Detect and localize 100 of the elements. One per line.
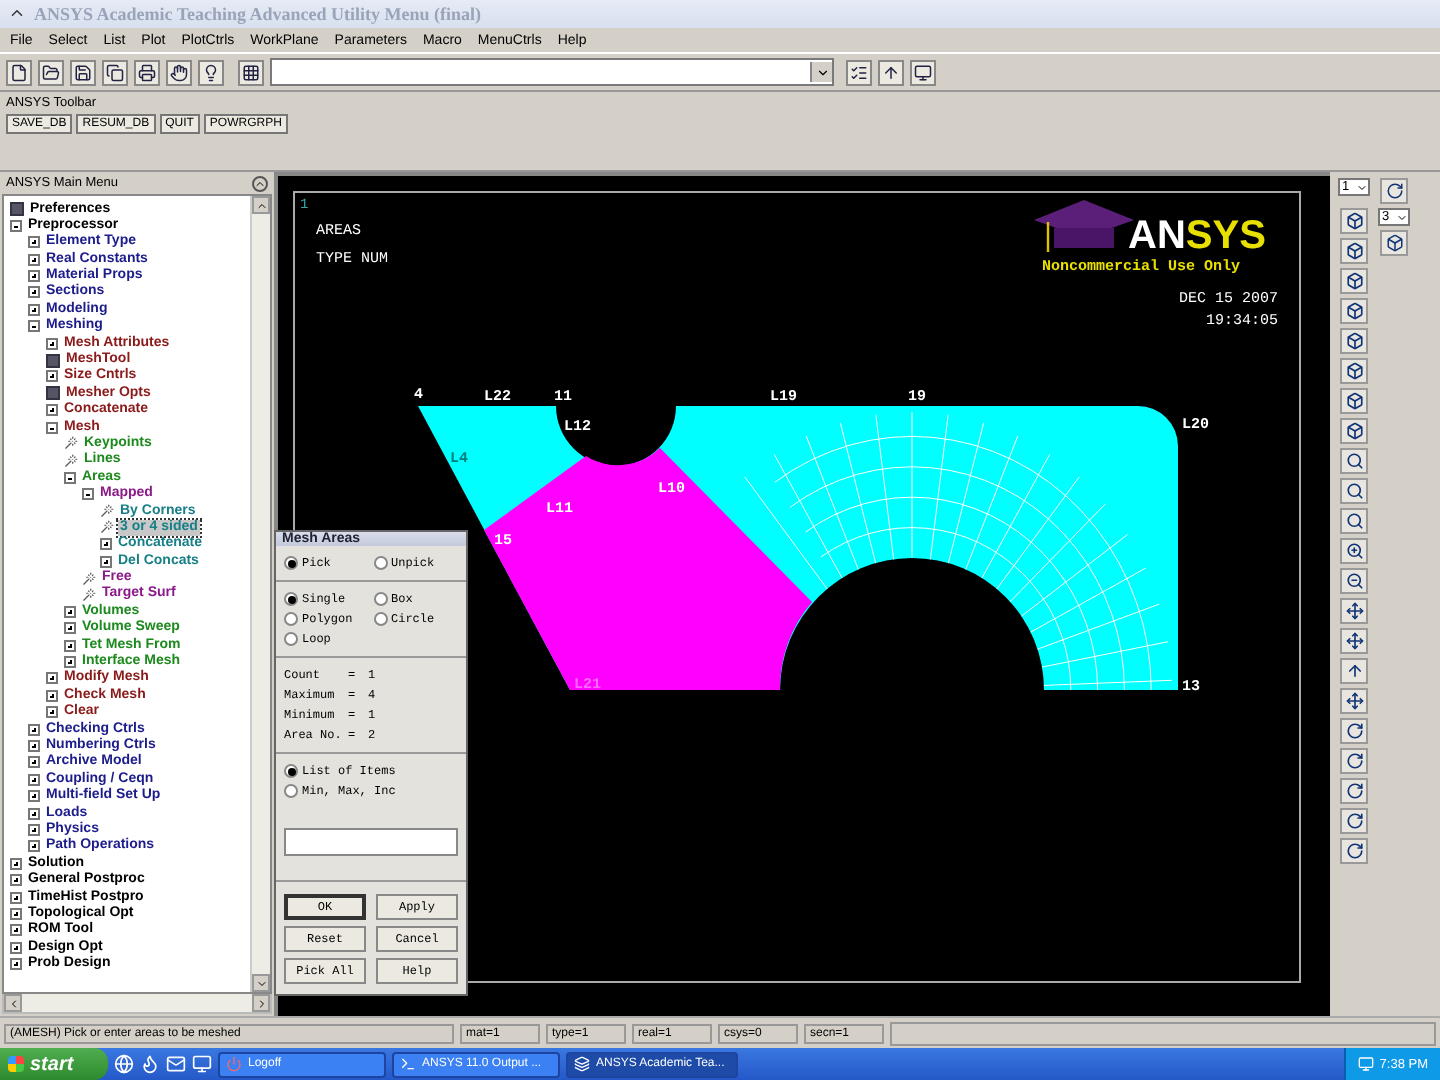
monitor-icon[interactable]: [1357, 1056, 1374, 1072]
hand-icon: [170, 63, 188, 82]
dropdown-icon: [1356, 181, 1368, 194]
hand-button[interactable]: [166, 59, 192, 86]
magnifier-button[interactable]: [1340, 478, 1368, 505]
expand-icon[interactable]: [28, 740, 40, 752]
rotate-button[interactable]: [1340, 838, 1368, 865]
expand-icon[interactable]: [46, 672, 58, 685]
magnifier-button[interactable]: [1340, 448, 1368, 475]
expand-icon[interactable]: [64, 622, 76, 635]
collapse-button[interactable]: [252, 175, 268, 192]
cube-button[interactable]: [1340, 298, 1368, 325]
arrow-right-icon: [255, 997, 267, 1010]
cube-button[interactable]: [1340, 268, 1368, 295]
expand-icon[interactable]: [28, 303, 40, 316]
open-folder-button[interactable]: [38, 59, 64, 86]
expand-icon[interactable]: [10, 907, 22, 920]
printer-button[interactable]: [134, 59, 160, 86]
cube-button[interactable]: [1340, 388, 1368, 415]
expand-icon[interactable]: [10, 874, 22, 887]
cube-icon: [1345, 302, 1363, 321]
expand-icon[interactable]: [28, 723, 40, 736]
expand-icon[interactable]: [64, 605, 76, 618]
expand-icon[interactable]: [28, 756, 40, 769]
globe-icon[interactable]: [114, 1054, 134, 1074]
expand-icon[interactable]: [10, 857, 22, 870]
mail-icon[interactable]: [166, 1054, 186, 1074]
expand-icon[interactable]: [10, 891, 22, 904]
expand-icon[interactable]: [46, 706, 58, 719]
rotate-button[interactable]: [1340, 778, 1368, 805]
magnifier-icon: [1345, 482, 1363, 501]
cube-button[interactable]: [1340, 238, 1368, 265]
expand-icon[interactable]: [46, 337, 58, 350]
collapse-icon[interactable]: [64, 471, 76, 484]
zoom-out-button[interactable]: [1340, 568, 1368, 595]
pan-button[interactable]: [1340, 598, 1368, 625]
cube-button[interactable]: [1340, 358, 1368, 385]
lightbulb-icon: [202, 63, 220, 82]
expand-icon[interactable]: [64, 656, 76, 669]
list-button[interactable]: [846, 59, 872, 86]
expand-icon[interactable]: [28, 270, 40, 283]
view-button[interactable]: [1380, 230, 1408, 257]
expand-icon[interactable]: [28, 807, 40, 820]
collapse-icon[interactable]: [82, 488, 94, 501]
new-file-button[interactable]: [6, 59, 32, 86]
magnifier-icon: [1345, 452, 1363, 471]
arrow-up-button[interactable]: [1340, 658, 1368, 685]
rotate-button[interactable]: [1340, 748, 1368, 775]
expand-icon[interactable]: [28, 790, 40, 803]
expand-icon[interactable]: [28, 236, 40, 249]
expand-icon[interactable]: [64, 639, 76, 652]
horizontal-scrollbar[interactable]: [2, 994, 272, 1015]
flame-icon[interactable]: [140, 1054, 160, 1074]
expand-icon[interactable]: [28, 840, 40, 853]
collapse-icon[interactable]: [28, 320, 40, 333]
magnifier-button[interactable]: [1340, 508, 1368, 535]
expand-icon[interactable]: [10, 958, 22, 971]
lightbulb-button[interactable]: [198, 59, 224, 86]
collapse-icon[interactable]: [46, 421, 58, 434]
cube-button[interactable]: [1340, 328, 1368, 355]
dialog-icon: [46, 353, 60, 368]
monitor-icon[interactable]: [192, 1054, 212, 1074]
panel-button[interactable]: [910, 59, 936, 86]
save-icon: [74, 63, 92, 82]
dropdown-icon: [815, 65, 829, 80]
expand-icon[interactable]: [46, 689, 58, 702]
expand-icon[interactable]: [28, 823, 40, 836]
expand-icon[interactable]: [10, 941, 22, 954]
expand-icon[interactable]: [100, 538, 112, 551]
vertical-scrollbar[interactable]: [250, 196, 270, 993]
cube-button[interactable]: [1340, 418, 1368, 445]
sort-button[interactable]: [878, 59, 904, 86]
grid-button[interactable]: [238, 59, 264, 86]
expand-icon[interactable]: [46, 404, 58, 417]
copy-button[interactable]: [102, 59, 128, 86]
expand-icon[interactable]: [10, 924, 22, 937]
pan-button[interactable]: [1340, 628, 1368, 655]
command-input[interactable]: [270, 58, 834, 87]
cube-icon: [1345, 362, 1363, 381]
expand-icon[interactable]: [100, 555, 112, 568]
cube-icon: [1345, 392, 1363, 411]
dialog-icon: [10, 202, 24, 216]
rotate-button[interactable]: [1380, 178, 1408, 205]
expand-icon[interactable]: [46, 370, 58, 383]
zoom-in-button[interactable]: [1340, 538, 1368, 565]
rotate-button[interactable]: [1340, 718, 1368, 745]
rotate-button[interactable]: [1340, 808, 1368, 835]
pan-button[interactable]: [1340, 688, 1368, 715]
item-input[interactable]: [284, 828, 458, 856]
pan-icon: [1345, 602, 1363, 621]
arrow-up-icon: [255, 199, 267, 212]
collapse-icon[interactable]: [10, 219, 22, 232]
expand-icon[interactable]: [28, 253, 40, 266]
rotate-icon: [1345, 752, 1363, 771]
start-button[interactable]: start: [0, 1048, 108, 1080]
save-button[interactable]: [70, 59, 96, 86]
expand-icon[interactable]: [28, 286, 40, 299]
pan-icon: [1345, 632, 1363, 651]
expand-icon[interactable]: [28, 773, 40, 786]
cube-button[interactable]: [1340, 208, 1368, 235]
